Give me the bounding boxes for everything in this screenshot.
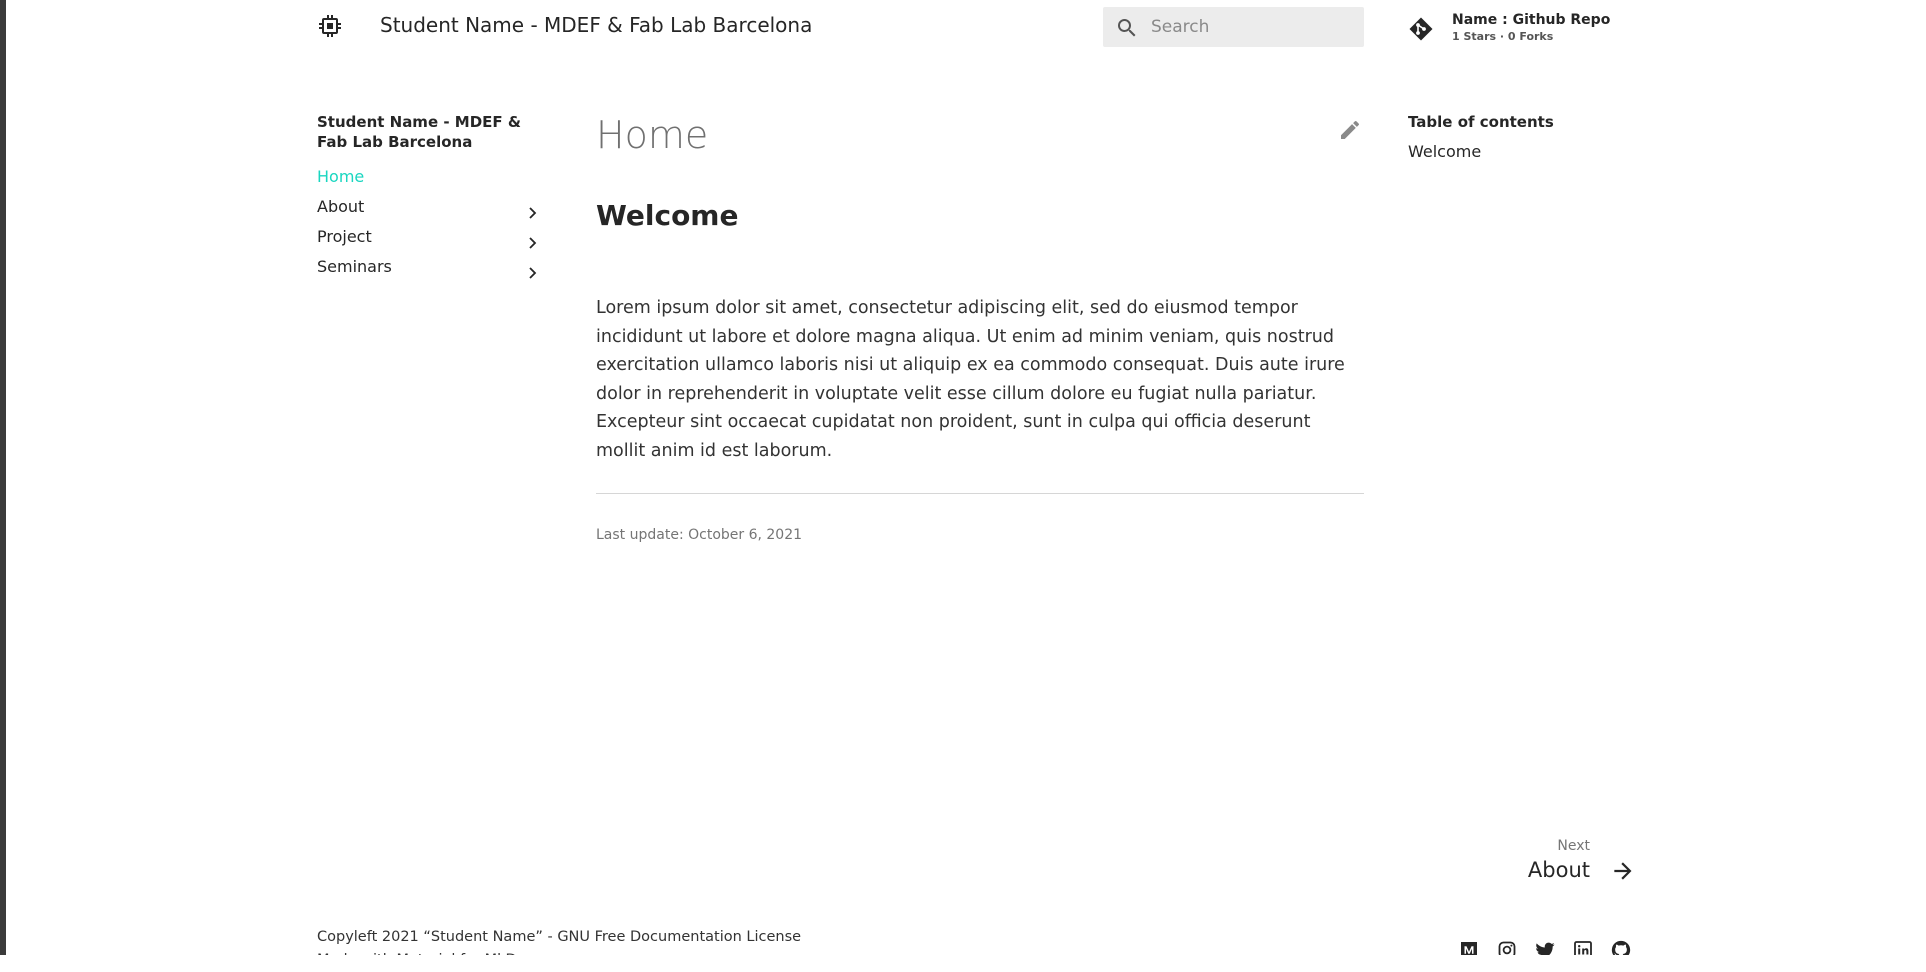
repo-facts: 1 Stars · 0 Forks [1452, 30, 1554, 43]
table-of-contents: Table of contents Welcome [1408, 112, 1628, 161]
chevron-right-icon[interactable] [525, 260, 539, 279]
body-paragraph: Lorem ipsum dolor sit amet, consectetur … [596, 298, 1345, 461]
repo-link[interactable]: Name : Github Repo 1 Stars · 0 Forks [1408, 11, 1611, 47]
chevron-right-icon[interactable] [525, 200, 539, 219]
sidebar-title: Student Name - MDEF & Fab Lab Barcelona [317, 113, 521, 151]
sidebar-item-about[interactable]: About [317, 192, 549, 222]
toc-item-welcome[interactable]: Welcome [1408, 142, 1628, 161]
arrow-right-icon [1610, 858, 1636, 884]
search-icon[interactable] [1115, 16, 1139, 40]
repo-name: Name : Github Repo [1452, 12, 1611, 28]
cpu-chip-icon[interactable] [318, 14, 342, 38]
sidebar-item-seminars[interactable]: Seminars [317, 252, 549, 282]
section-heading: Welcome [596, 199, 739, 232]
pencil-icon[interactable] [1338, 118, 1362, 142]
sidebar-nav: Student Name - MDEF & Fab Lab Barcelona … [317, 112, 549, 282]
window-edge [0, 0, 6, 955]
window-bottom-edge [0, 955, 1926, 969]
divider [596, 493, 1364, 494]
sidebar-item-project[interactable]: Project [317, 222, 549, 252]
copyright-text: Copyleft 2021 “Student Name” - GNU Free … [317, 929, 802, 945]
toc-title: Table of contents [1408, 113, 1554, 131]
last-update: Last update: October 6, 2021 [596, 527, 803, 543]
chevron-right-icon[interactable] [525, 230, 539, 249]
sidebar-item-label: Project [317, 227, 372, 246]
sidebar-item-home[interactable]: Home [317, 162, 549, 192]
next-page-link[interactable]: Next About [1510, 838, 1640, 888]
sidebar-item-label: Home [317, 167, 365, 186]
git-icon [1408, 16, 1434, 42]
search-box[interactable] [1103, 7, 1364, 47]
top-header: Student Name - MDEF & Fab Lab Barcelona … [0, 0, 1926, 58]
next-title: About [1527, 858, 1590, 882]
nav-list: Home About Project Seminars [317, 162, 549, 282]
search-input[interactable] [1151, 7, 1356, 47]
next-caption: Next [1557, 838, 1590, 854]
site-title[interactable]: Student Name - MDEF & Fab Lab Barcelona [380, 13, 812, 37]
page-title: Home [596, 113, 709, 157]
sidebar-item-label: Seminars [317, 257, 392, 276]
main-content: Home Welcome Lorem ipsum dolor sit amet,… [596, 112, 1364, 543]
sidebar-item-label: About [317, 197, 365, 216]
